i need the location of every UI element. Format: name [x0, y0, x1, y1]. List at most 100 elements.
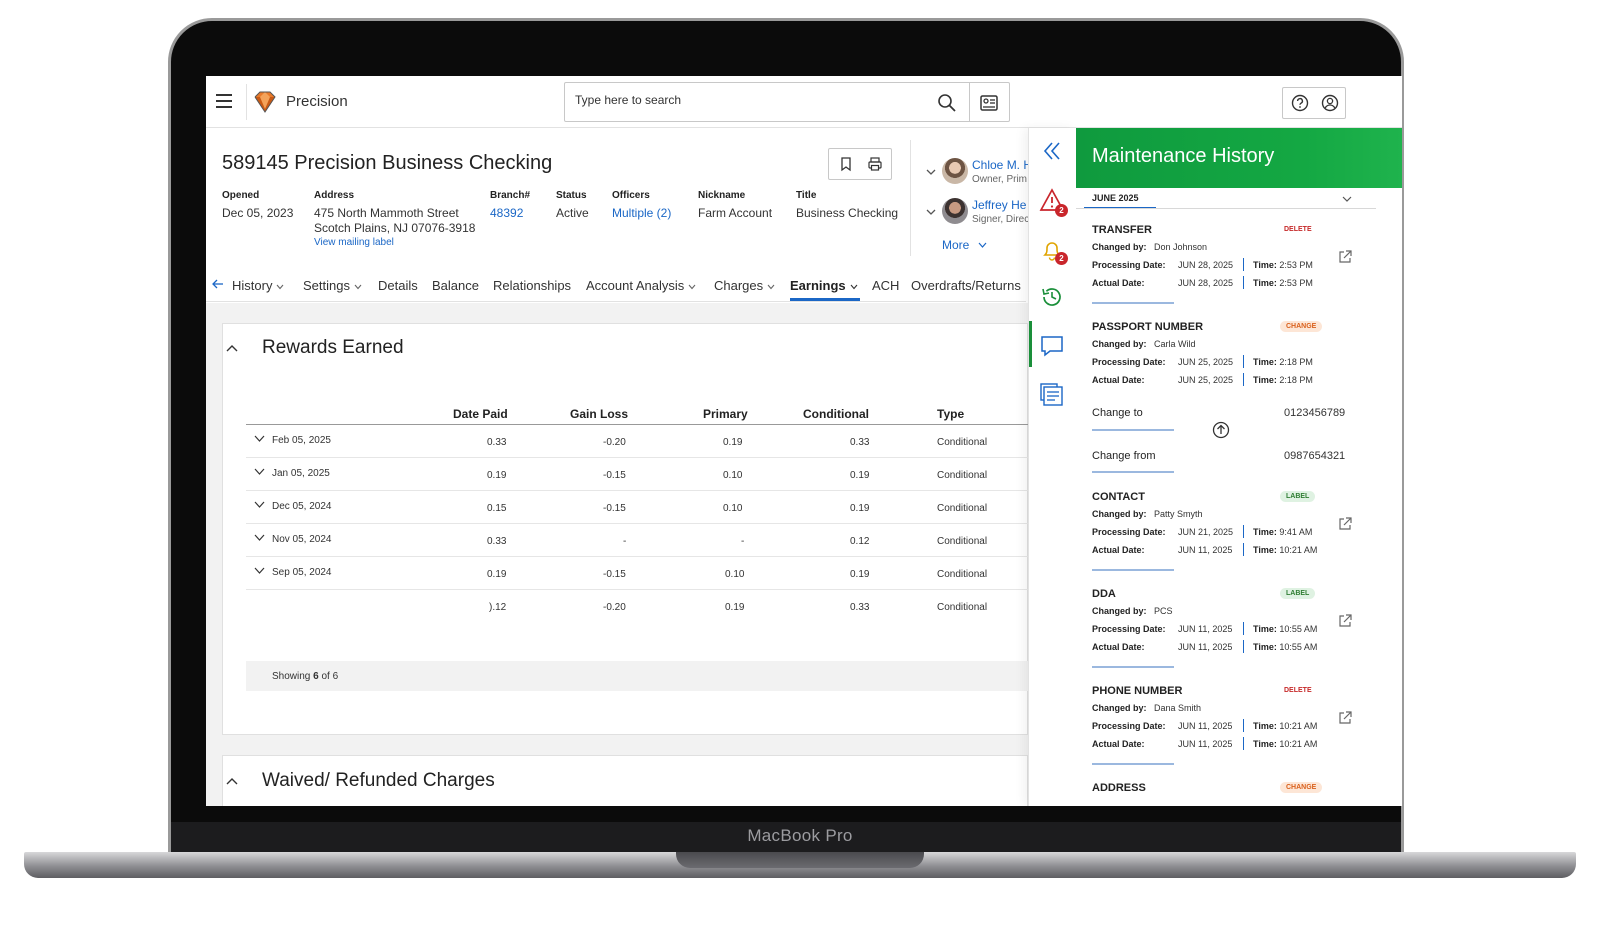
arrow-left-icon[interactable]: [212, 279, 224, 289]
cell-type: Conditional: [937, 602, 988, 613]
label-text: Actual Date:: [1092, 642, 1145, 652]
tab-details[interactable]: Details: [378, 278, 418, 293]
label-text: Time:: [1253, 624, 1277, 634]
branch-link[interactable]: 48392: [490, 206, 530, 221]
tab-relationships[interactable]: Relationships: [493, 278, 571, 293]
external-link-icon[interactable]: [1338, 517, 1352, 531]
table-row[interactable]: Jan 05, 2025 0.19 -0.15 0.10 0.19 Condit…: [246, 458, 1028, 491]
chevron-up-icon[interactable]: [226, 777, 238, 785]
month-selector[interactable]: JUNE 2025: [1092, 193, 1139, 203]
actual-time: Time: 2:53 PM: [1253, 278, 1313, 288]
chat-icon[interactable]: [1039, 333, 1065, 359]
actual-time: Time: 10:55 AM: [1253, 642, 1317, 652]
cell-gain-loss: -0.15: [603, 503, 626, 514]
tab-overdrafts-returns[interactable]: Overdrafts/Returns: [911, 278, 1021, 293]
utility-buttons: [1282, 87, 1346, 119]
chevron-down-icon[interactable]: [254, 534, 265, 541]
panel-title: Maintenance History: [1092, 145, 1275, 167]
actual-date-label: Actual Date:: [1092, 739, 1145, 749]
documents-icon[interactable]: [1039, 382, 1065, 408]
tab-balance[interactable]: Balance: [432, 278, 479, 293]
label-text: Time:: [1253, 260, 1277, 270]
tab-ach[interactable]: ACH: [872, 278, 899, 293]
field-label: Address: [314, 190, 355, 201]
chevron-down-icon[interactable]: [978, 242, 987, 248]
alert-count-badge: 2: [1055, 204, 1068, 217]
cell-conditional: 0.33: [850, 437, 870, 448]
table-row[interactable]: Dec 05, 2024 0.15 -0.15 0.10 0.19 Condit…: [246, 491, 1028, 524]
tab-charges[interactable]: Charges: [714, 278, 775, 293]
tab-label: Settings: [303, 278, 350, 293]
field-address: Address 475 North Mammoth Street Scotch …: [314, 190, 475, 249]
col-header-primary[interactable]: Primary: [703, 407, 748, 421]
chevron-down-icon[interactable]: [1342, 196, 1352, 202]
col-header-type[interactable]: Type: [937, 407, 964, 421]
tab-account-analysis[interactable]: Account Analysis: [586, 278, 696, 293]
id-card-scan-icon[interactable]: [979, 93, 999, 113]
active-rail-indicator: [1029, 321, 1032, 367]
cell-type: Conditional: [937, 536, 988, 547]
tab-settings[interactable]: Settings: [303, 278, 362, 293]
double-chevron-left-icon[interactable]: [1039, 138, 1065, 164]
divider: [910, 140, 911, 256]
external-link-icon[interactable]: [1338, 614, 1352, 628]
app-screen: Precision 589145 Precision Business Chec…: [206, 76, 1402, 806]
showing-prefix: Showing: [272, 671, 314, 682]
separator: [1243, 525, 1244, 538]
cell-gain-loss: -0.15: [603, 470, 626, 481]
table-row[interactable]: Nov 05, 2024 0.33 - - 0.12 Conditional: [246, 524, 1028, 557]
menu-icon[interactable]: [216, 94, 232, 108]
chevron-down-icon[interactable]: [254, 501, 265, 508]
field-label: Nickname: [698, 190, 746, 201]
changed-by-value: Don Johnson: [1154, 242, 1208, 252]
table-row[interactable]: Sep 05, 2024 0.19 -0.15 0.10 0.19 Condit…: [246, 557, 1028, 590]
separator: [1243, 719, 1244, 732]
tab-history[interactable]: History: [232, 278, 284, 293]
history-icon[interactable]: [1039, 284, 1065, 310]
chevron-down-icon[interactable]: [254, 468, 265, 475]
field-label: Status: [556, 190, 587, 201]
actual-time: Time: 2:18 PM: [1253, 375, 1313, 385]
arrow-up-circle-icon[interactable]: [1212, 421, 1230, 439]
time-value: 2:53 PM: [1279, 278, 1313, 288]
more-link[interactable]: More: [942, 238, 969, 252]
external-link-icon[interactable]: [1338, 711, 1352, 725]
col-header-conditional[interactable]: Conditional: [803, 407, 869, 421]
panel-header: Maintenance History: [1076, 128, 1402, 188]
contact-name[interactable]: Jeffrey He: [972, 198, 1026, 212]
contact-name[interactable]: Chloe M. H: [972, 158, 1032, 172]
processing-date-label: Processing Date:: [1092, 527, 1166, 537]
field-value: Farm Account: [698, 206, 773, 220]
user-profile-icon[interactable]: [1321, 94, 1339, 112]
chevron-up-icon[interactable]: [226, 344, 238, 352]
bookmark-icon[interactable]: [838, 156, 854, 172]
time-value: 10:55 AM: [1279, 642, 1318, 652]
help-icon[interactable]: [1291, 94, 1309, 112]
processing-date-label: Processing Date:: [1092, 260, 1166, 270]
chevron-down-icon[interactable]: [254, 435, 265, 442]
account-tabs: History Settings Details Balance Relatio…: [206, 268, 1026, 302]
col-header-gain-loss[interactable]: Gain Loss: [570, 407, 628, 421]
row-date: Nov 05, 2024: [272, 534, 332, 545]
chevron-down-icon[interactable]: [254, 567, 265, 574]
chevron-down-icon[interactable]: [926, 208, 936, 216]
search-icon[interactable]: [937, 93, 957, 113]
chevron-down-icon[interactable]: [926, 168, 936, 176]
col-header-date-paid[interactable]: Date Paid: [453, 407, 508, 421]
actual-date-value: JUN 28, 2025: [1178, 278, 1234, 288]
table-row[interactable]: ).12 -0.20 0.19 0.33 Conditional: [246, 590, 1028, 623]
label-text: Time:: [1253, 357, 1277, 367]
label-text: Time:: [1253, 375, 1277, 385]
field-label: Branch#: [490, 190, 531, 201]
print-icon[interactable]: [867, 156, 883, 172]
table-row[interactable]: Feb 05, 2025 0.33 -0.20 0.19 0.33 Condit…: [246, 425, 1028, 458]
cell-type: Conditional: [937, 437, 988, 448]
contact-card[interactable]: Jeffrey He Signer, Direc: [926, 198, 1036, 228]
contact-card[interactable]: Chloe M. H Owner, Prim: [926, 158, 1036, 188]
view-mailing-label-link[interactable]: View mailing label: [314, 236, 475, 249]
search-input[interactable]: [575, 93, 915, 107]
external-link-icon[interactable]: [1338, 250, 1352, 264]
contact-role: Owner, Prim: [972, 174, 1028, 185]
tab-earnings[interactable]: Earnings: [790, 278, 858, 293]
officers-link[interactable]: Multiple (2): [612, 206, 671, 221]
